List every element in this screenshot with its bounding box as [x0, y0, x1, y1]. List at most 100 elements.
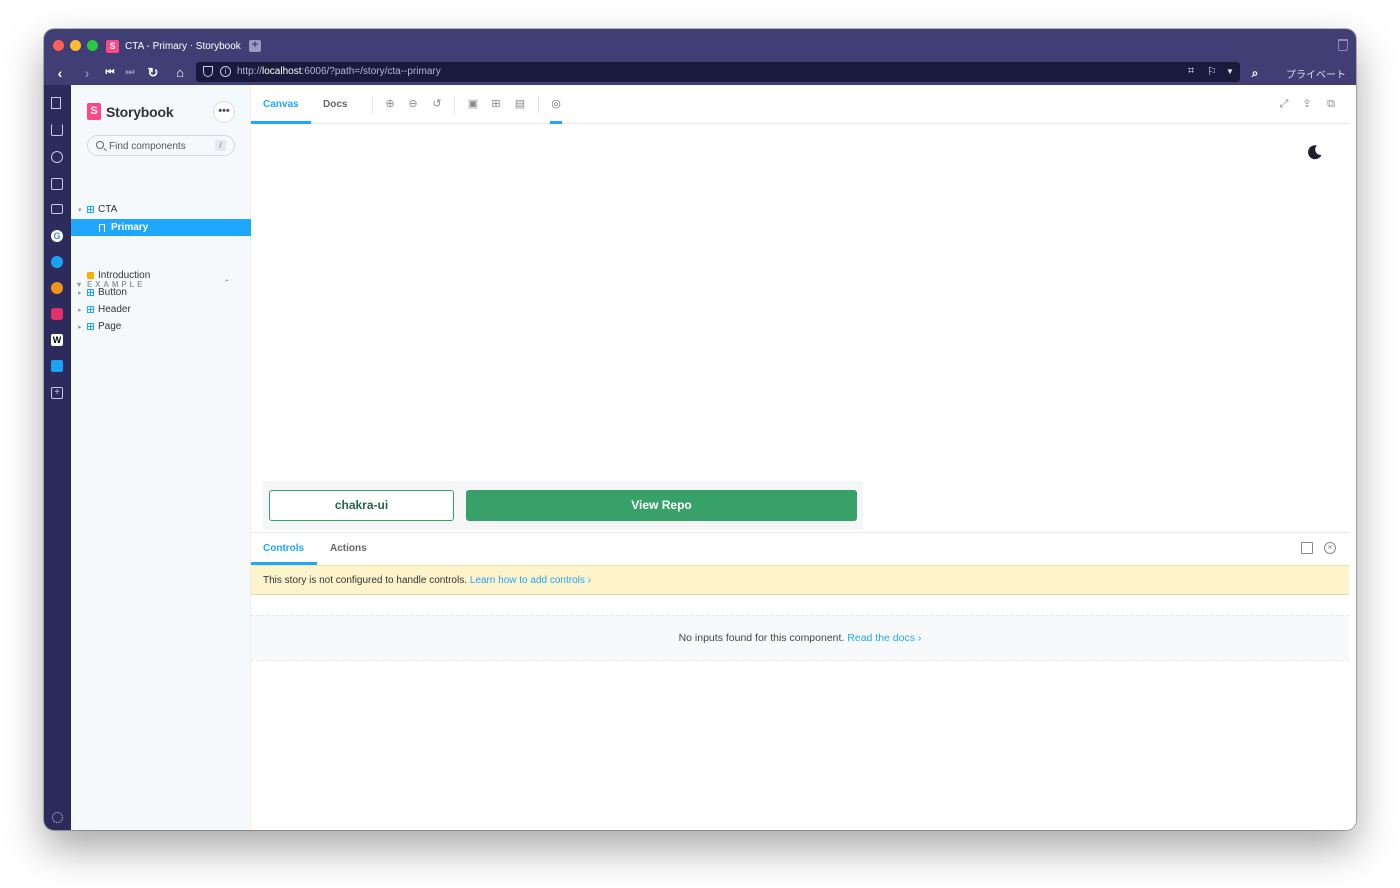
tree-item-cta[interactable]: ▾ CTA [71, 201, 251, 218]
zoom-in-icon[interactable]: ⊕ [383, 97, 397, 111]
caret-down-icon: ▾ [78, 206, 82, 214]
settings-gear-icon[interactable] [52, 812, 63, 823]
component-icon [87, 289, 94, 296]
home-icon[interactable]: ⌂ [172, 65, 188, 81]
chakra-ui-button[interactable]: chakra-ui [269, 490, 454, 521]
search-box[interactable]: / [87, 135, 235, 156]
private-mode-label: プライベート [1286, 70, 1346, 81]
warning-text: This story is not configured to handle c… [263, 575, 467, 586]
info-icon[interactable]: i [220, 66, 231, 77]
browser-window: S CTA - Primary ⋅ Storybook + ‹ › ⏮ ⏭ ↻ … [44, 29, 1356, 830]
notes-icon[interactable] [51, 178, 63, 190]
grid-icon[interactable]: ⊞ [489, 97, 503, 111]
search-icon[interactable]: ⌕ [1247, 65, 1263, 81]
browser-sidebar-rail: G W + [44, 85, 71, 830]
shield-icon[interactable] [203, 66, 213, 77]
snapshot-icon[interactable]: ⌗ [1188, 65, 1194, 78]
more-menu-button[interactable]: ••• [213, 101, 235, 123]
window-controls [53, 40, 98, 51]
background-icon[interactable]: ▣ [466, 97, 480, 111]
caret-right-icon: ▸ [78, 289, 82, 297]
tree-item-label: Header [98, 304, 131, 315]
back-icon[interactable]: ‹ [52, 65, 68, 81]
docs-icon [87, 272, 94, 279]
tab-controls[interactable]: Controls [263, 543, 304, 554]
toolbar-divider [454, 96, 455, 114]
share-icon[interactable]: ⇪ [1300, 97, 1314, 111]
dark-mode-moon-icon[interactable] [1307, 144, 1323, 160]
storybook-sidebar: S Storybook ••• / ▾ CTA Primary ▾EXAMPLE… [71, 85, 251, 830]
read-docs-link[interactable]: Read the docs › [847, 632, 921, 644]
browser-tab[interactable]: S CTA - Primary ⋅ Storybook [106, 38, 241, 54]
brand-name: Storybook [106, 103, 174, 120]
address-bar[interactable]: i http://localhost:6006/?path=/story/cta… [196, 62, 1240, 82]
storybook-logo-icon: S [87, 103, 101, 120]
panel-tabs: Controls Actions × [251, 533, 1349, 565]
bookmark-story-icon [99, 224, 105, 232]
search-input[interactable] [109, 139, 209, 153]
window-panel-icon[interactable] [51, 204, 63, 214]
extension-icon[interactable] [51, 282, 63, 294]
controls-warning-banner: This story is not configured to handle c… [251, 565, 1349, 595]
tree-item-header[interactable]: ▸ Header [71, 301, 251, 318]
tab-canvas[interactable]: Canvas [263, 99, 299, 110]
history-icon[interactable] [51, 151, 63, 163]
preview-canvas: chakra-ui View Repo [251, 124, 1349, 532]
navigation-bar: ‹ › ⏮ ⏭ ↻ ⌂ i http://localhost:6006/?pat… [44, 61, 1356, 85]
add-panel-icon[interactable]: + [51, 387, 63, 399]
close-panel-icon[interactable]: × [1324, 542, 1336, 554]
reload-icon[interactable]: ↻ [145, 65, 161, 81]
caret-right-icon: ▸ [78, 306, 82, 314]
minimize-window-button[interactable] [70, 40, 81, 51]
url-text[interactable]: http://localhost:6006/?path=/story/cta--… [237, 66, 441, 77]
rewind-icon[interactable]: ⏮ [102, 65, 118, 81]
storybook-main: Canvas Docs ⊕ ⊖ ↺ ▣ ⊞ ▤ ◎ ⤢ ⇪ ⧉ chakra-u… [251, 85, 1356, 830]
twitter-app-icon[interactable] [51, 360, 63, 372]
globe-icon[interactable]: ◎ [549, 97, 563, 111]
copy-link-icon[interactable]: ⧉ [1324, 97, 1338, 111]
tree-item-page[interactable]: ▸ Page [71, 318, 251, 335]
toolbar-divider [538, 96, 539, 114]
learn-controls-link[interactable]: Learn how to add controls › [470, 575, 591, 586]
storybook-favicon-icon: S [106, 39, 119, 53]
forward-icon[interactable]: › [79, 65, 95, 81]
empty-state: No inputs found for this component. Read… [251, 615, 1349, 661]
dropdown-icon[interactable]: ▼ [1226, 67, 1234, 76]
panel-layout-icon[interactable] [1301, 542, 1313, 554]
component-icon [87, 323, 94, 330]
tree-item-primary[interactable]: Primary [71, 219, 251, 236]
empty-state-text: No inputs found for this component. [678, 632, 845, 644]
view-repo-button[interactable]: View Repo [466, 490, 857, 521]
zoom-out-icon[interactable]: ⊖ [406, 97, 420, 111]
twitter-icon[interactable] [51, 256, 63, 268]
measure-icon[interactable]: ▤ [513, 97, 527, 111]
cta-container: chakra-ui View Repo [263, 481, 863, 530]
tab-docs[interactable]: Docs [323, 99, 347, 110]
bookmarks-icon[interactable] [51, 97, 61, 109]
wikipedia-icon[interactable]: W [51, 334, 63, 346]
tree-item-button[interactable]: ▸ Button [71, 284, 251, 301]
fast-forward-icon[interactable]: ⏭ [122, 65, 138, 81]
title-bar: S CTA - Primary ⋅ Storybook + [44, 29, 1356, 61]
zoom-window-button[interactable] [87, 40, 98, 51]
bookmark-icon[interactable]: ⚐ [1207, 65, 1217, 78]
component-icon [87, 206, 94, 213]
tree-item-label: Page [98, 321, 122, 332]
tree-item-label: Button [98, 287, 127, 298]
new-tab-button[interactable]: + [249, 40, 261, 52]
downloads-icon[interactable] [51, 124, 63, 136]
close-window-button[interactable] [53, 40, 64, 51]
fullscreen-icon[interactable]: ⤢ [1277, 97, 1291, 111]
tree-item-label: CTA [98, 204, 118, 215]
google-icon[interactable]: G [51, 230, 63, 242]
tab-actions[interactable]: Actions [330, 543, 367, 554]
addons-panel: Controls Actions × This story is not con… [251, 532, 1349, 823]
trash-icon[interactable] [1338, 39, 1348, 51]
zoom-reset-icon[interactable]: ↺ [430, 97, 444, 111]
tree-item-label: Introduction [98, 270, 151, 281]
tab-title: CTA - Primary ⋅ Storybook [125, 40, 241, 52]
tree-item-introduction[interactable]: Introduction [71, 267, 251, 284]
storybook-brand[interactable]: S Storybook [87, 103, 174, 120]
search-shortcut-badge: / [215, 140, 226, 151]
instagram-icon[interactable] [51, 308, 63, 320]
